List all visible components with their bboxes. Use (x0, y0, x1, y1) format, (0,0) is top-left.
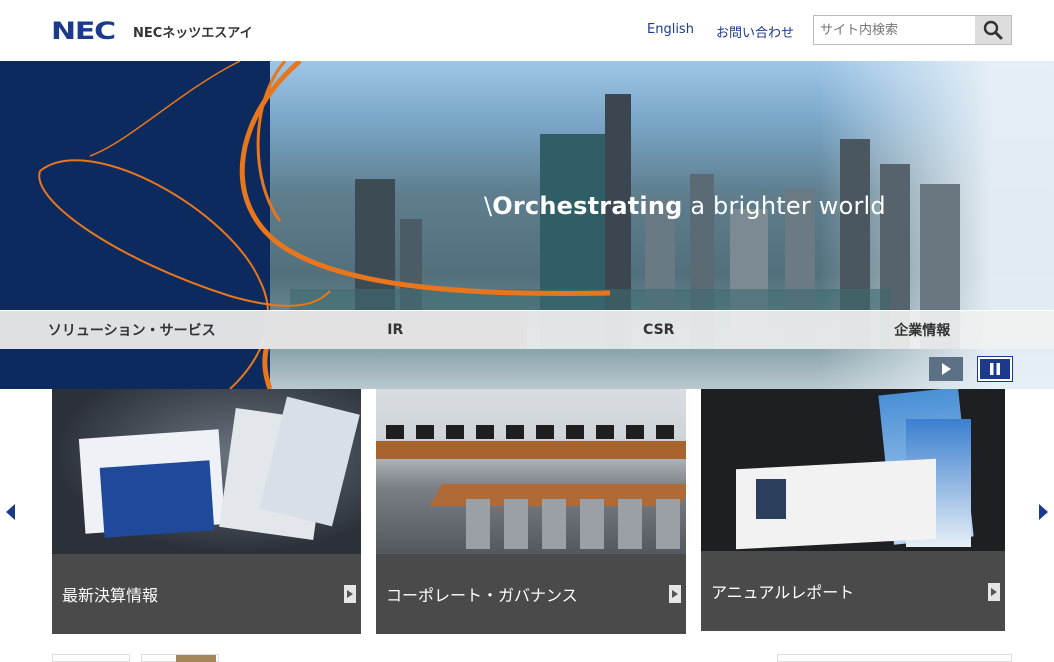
contact-link[interactable]: お問い合わせ (716, 22, 794, 41)
play-icon (942, 363, 951, 375)
bottom-tab[interactable] (141, 654, 219, 662)
tagline-bold: Orchestrating (492, 192, 683, 220)
arrow-right-icon (347, 590, 353, 598)
english-link[interactable]: English (647, 22, 694, 37)
card-label: コーポレート・ガバナンス (386, 586, 578, 605)
annual-report-image (701, 389, 1005, 551)
global-nav: ソリューション・サービス IR CSR 企業情報 (0, 310, 1054, 349)
nav-item-solutions[interactable]: ソリューション・サービス (0, 311, 264, 349)
logo-mark: NEC (51, 17, 116, 45)
nec-logo[interactable]: NEC NECネッツエスアイ (51, 17, 253, 45)
chairs-shape (386, 425, 676, 439)
card-label: 最新決算情報 (62, 586, 159, 605)
card-corporate-governance[interactable]: コーポレート・ガバナンス (376, 389, 686, 634)
carousel-prev-button[interactable] (0, 389, 22, 634)
slider-pause-button[interactable] (977, 356, 1013, 382)
tagline: \Orchestrating a brighter world (484, 192, 886, 220)
nav-item-csr[interactable]: CSR (527, 311, 791, 349)
site-header: NEC NECネッツエスアイ English お問い合わせ (0, 0, 1054, 61)
nav-item-company[interactable]: 企業情報 (791, 311, 1054, 349)
card-arrow (669, 585, 681, 603)
card-arrow (988, 583, 1000, 601)
meeting-room-image (376, 389, 686, 554)
card-annual-report[interactable]: アニュアルレポート (701, 389, 1005, 631)
bottom-panel (777, 654, 1012, 662)
carousel-next-button[interactable] (1032, 389, 1054, 634)
bottom-tab[interactable] (52, 654, 130, 662)
arrow-right-icon (991, 588, 997, 596)
pause-icon (990, 363, 1000, 375)
chairs-shape (466, 499, 686, 549)
document-shape (99, 460, 215, 538)
portrait-shape (756, 479, 786, 519)
search-button[interactable] (975, 16, 1011, 44)
site-search (813, 15, 1012, 45)
search-icon (983, 20, 1003, 40)
arrow-right-icon (672, 590, 678, 598)
search-input[interactable] (814, 16, 975, 44)
chevron-right-icon (1039, 503, 1048, 520)
card-label: アニュアルレポート (711, 583, 855, 602)
card-latest-financials[interactable]: 最新決算情報 (52, 389, 361, 634)
chevron-left-icon (6, 503, 15, 520)
slider-play-button[interactable] (929, 357, 963, 381)
card-arrow (344, 585, 356, 603)
financial-documents-image (52, 389, 361, 554)
nav-item-ir[interactable]: IR (263, 311, 527, 349)
thumbnail-shape (176, 655, 216, 662)
tagline-rest: a brighter world (682, 192, 886, 220)
table-shape (376, 441, 686, 459)
